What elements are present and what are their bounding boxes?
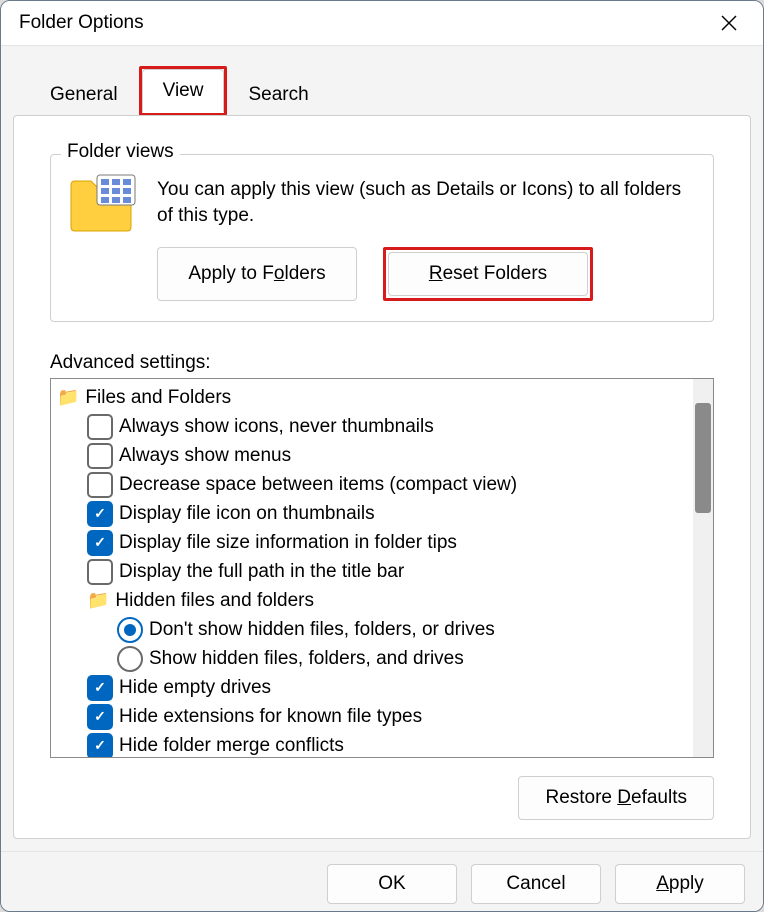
checkbox-icon[interactable] — [87, 530, 113, 556]
tab-general[interactable]: General — [29, 73, 139, 116]
titlebar: Folder Options — [1, 1, 763, 46]
tab-view-highlight: View — [139, 66, 228, 116]
restore-row: Restore Defaults — [50, 776, 714, 820]
advanced-settings-label: Advanced settings: — [50, 352, 714, 374]
folder-views-group: Folder views You can a — [50, 154, 714, 322]
tab-search[interactable]: Search — [227, 73, 329, 116]
opt-always-icons[interactable]: Always show icons, never thumbnails — [57, 412, 689, 441]
opt-hide-empty-drives[interactable]: Hide empty drives — [57, 673, 689, 702]
group-hidden-files: 📁 Hidden files and folders — [57, 586, 689, 615]
tree-root: 📁 Files and Folders — [57, 383, 689, 412]
window-title: Folder Options — [13, 12, 707, 34]
folder-icon: 📁 — [87, 586, 109, 615]
folder-options-window: Folder Options General View Search Folde… — [0, 0, 764, 912]
content-area: General View Search Folder views — [1, 46, 763, 851]
folder-views-icon — [67, 173, 139, 233]
cancel-button[interactable]: Cancel — [471, 864, 601, 904]
reset-folders-button[interactable]: Reset Folders — [388, 252, 588, 296]
radio-icon[interactable] — [117, 646, 143, 672]
reset-folders-highlight: Reset Folders — [383, 247, 593, 301]
folder-views-description: You can apply this view (such as Details… — [157, 177, 697, 228]
opt-size-tips[interactable]: Display file size information in folder … — [57, 528, 689, 557]
opt-compact-view[interactable]: Decrease space between items (compact vi… — [57, 470, 689, 499]
checkbox-icon[interactable] — [87, 704, 113, 730]
folder-views-buttons: Apply to Folders Reset Folders — [157, 247, 697, 301]
checkbox-icon[interactable] — [87, 443, 113, 469]
checkbox-icon[interactable] — [87, 559, 113, 585]
advanced-settings-tree: 📁 Files and Folders Always show icons, n… — [50, 378, 714, 758]
checkbox-icon[interactable] — [87, 414, 113, 440]
opt-full-path-title[interactable]: Display the full path in the title bar — [57, 557, 689, 586]
checkbox-icon[interactable] — [87, 733, 113, 758]
scrollbar[interactable] — [693, 379, 713, 757]
opt-always-menus[interactable]: Always show menus — [57, 441, 689, 470]
folder-views-row: You can apply this view (such as Details… — [67, 173, 697, 233]
folder-icon: 📁 — [57, 383, 79, 412]
tabs: General View Search — [1, 46, 763, 116]
checkbox-icon[interactable] — [87, 501, 113, 527]
tree-content[interactable]: 📁 Files and Folders Always show icons, n… — [51, 379, 693, 757]
checkbox-icon[interactable] — [87, 675, 113, 701]
close-icon — [721, 15, 737, 31]
checkbox-icon[interactable] — [87, 472, 113, 498]
opt-hide-merge-conflicts[interactable]: Hide folder merge conflicts — [57, 731, 689, 757]
opt-hide-extensions[interactable]: Hide extensions for known file types — [57, 702, 689, 731]
ok-button[interactable]: OK — [327, 864, 457, 904]
scrollbar-thumb[interactable] — [695, 403, 711, 513]
radio-icon[interactable] — [117, 617, 143, 643]
opt-dont-show-hidden[interactable]: Don't show hidden files, folders, or dri… — [57, 615, 689, 644]
view-panel: Folder views You can a — [13, 115, 751, 839]
apply-to-folders-button[interactable]: Apply to Folders — [157, 247, 357, 301]
restore-defaults-button[interactable]: Restore Defaults — [518, 776, 714, 820]
opt-show-hidden[interactable]: Show hidden files, folders, and drives — [57, 644, 689, 673]
opt-icon-thumbnails[interactable]: Display file icon on thumbnails — [57, 499, 689, 528]
apply-button[interactable]: Apply — [615, 864, 745, 904]
close-button[interactable] — [707, 1, 751, 45]
folder-views-legend: Folder views — [61, 141, 180, 163]
dialog-footer: OK Cancel Apply — [1, 851, 763, 912]
tab-view[interactable]: View — [142, 69, 225, 113]
